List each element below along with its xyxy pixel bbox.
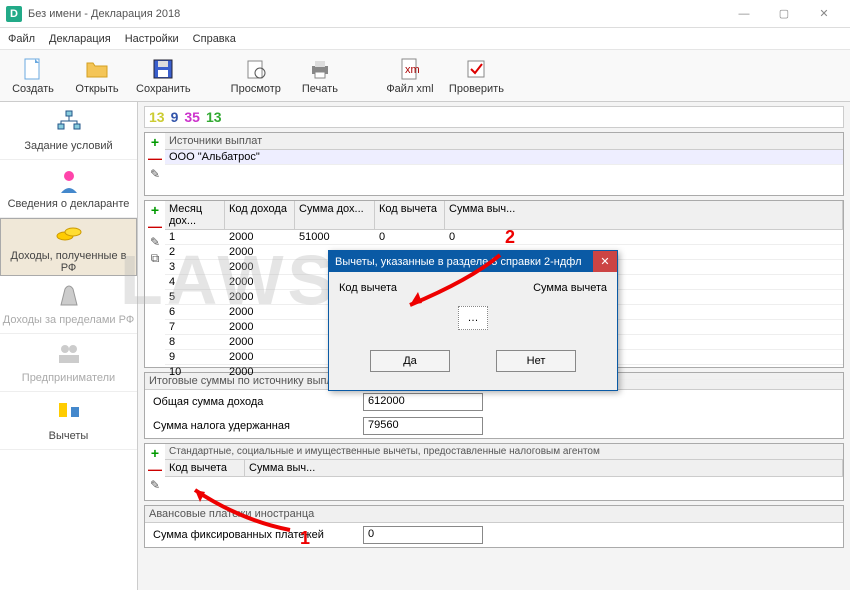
deductions-panel: + — ✎ Стандартные, социальные и имуществ… xyxy=(144,443,844,501)
deductions-col-sum: Сумма выч... xyxy=(245,460,843,476)
sources-panel: + — ✎ Источники выплат ООО "Альбатрос" xyxy=(144,132,844,196)
menu-settings[interactable]: Настройки xyxy=(125,33,179,45)
printer-icon xyxy=(308,57,332,81)
toolbar-xml-label: Файл xml xyxy=(386,83,433,95)
dialog-sum-label: Сумма вычета xyxy=(533,282,607,294)
nav-conditions[interactable]: Задание условий xyxy=(0,102,137,160)
col-dcode: Код вычета xyxy=(375,201,445,229)
dialog-picker-button[interactable]: … xyxy=(458,306,488,330)
nav-income-foreign[interactable]: Доходы за пределами РФ xyxy=(0,276,137,334)
window-title: Без имени - Декларация 2018 xyxy=(28,8,180,20)
menu-file[interactable]: Файл xyxy=(8,33,35,45)
deduct-icon xyxy=(55,399,83,427)
nav-declarant[interactable]: Сведения о декларанте xyxy=(0,160,137,218)
close-button[interactable]: ✕ xyxy=(804,0,844,28)
nav-deductions-label: Вычеты xyxy=(49,430,89,442)
annotation-number-2: 2 xyxy=(505,227,515,248)
rate-35[interactable]: 35 xyxy=(184,109,200,125)
dialog-yes-button[interactable]: Да xyxy=(370,350,450,372)
col-code: Код дохода xyxy=(225,201,295,229)
advance-panel: Авансовые платежи иностранца Сумма фикси… xyxy=(144,505,844,548)
toolbar-save-label: Сохранить xyxy=(136,83,191,95)
nav-entrepreneurs-label: Предприниматели xyxy=(22,372,115,384)
nav-deductions[interactable]: Вычеты xyxy=(0,392,137,450)
nav-entrepreneurs[interactable]: Предприниматели xyxy=(0,334,137,392)
person-icon xyxy=(55,167,83,195)
rate-tabs: 13 9 35 13 xyxy=(144,106,844,128)
col-sum: Сумма дох... xyxy=(295,201,375,229)
col-month: Месяц дох... xyxy=(165,201,225,229)
toolbar-preview-label: Просмотр xyxy=(231,83,281,95)
titlebar: D Без имени - Декларация 2018 — ▢ ✕ xyxy=(0,0,850,28)
nav-conditions-label: Задание условий xyxy=(24,140,112,152)
total-income-label: Общая сумма дохода xyxy=(153,396,353,408)
col-dsum: Сумма выч... xyxy=(445,201,843,229)
toolbar-xml[interactable]: xml Файл xml xyxy=(385,57,435,95)
toolbar-open-label: Открыть xyxy=(75,83,118,95)
rate-13a[interactable]: 13 xyxy=(149,109,165,125)
folder-icon xyxy=(85,57,109,81)
source-row[interactable]: ООО "Альбатрос" xyxy=(165,150,264,164)
nav-income-foreign-label: Доходы за пределами РФ xyxy=(3,314,134,326)
toolbar-check[interactable]: Проверить xyxy=(449,57,504,95)
table-row[interactable]: 120005100000 xyxy=(165,230,843,245)
menu-help[interactable]: Справка xyxy=(193,33,236,45)
advance-header: Авансовые платежи иностранца xyxy=(145,506,843,523)
income-copy-button[interactable]: ⧉ xyxy=(147,251,163,266)
toolbar-save[interactable]: Сохранить xyxy=(136,57,191,95)
bag-icon xyxy=(55,283,83,311)
menubar: Файл Декларация Настройки Справка xyxy=(0,28,850,50)
dialog-code-label: Код вычета xyxy=(339,282,397,294)
toolbar-preview[interactable]: Просмотр xyxy=(231,57,281,95)
tax-withheld-value[interactable]: 79560 xyxy=(363,417,483,435)
disk-icon xyxy=(151,57,175,81)
nav-income-rf[interactable]: Доходы, полученные в РФ xyxy=(0,218,137,276)
minimize-button[interactable]: — xyxy=(724,0,764,28)
dialog-close-button[interactable]: ✕ xyxy=(593,251,617,272)
nav-declarant-label: Сведения о декларанте xyxy=(8,198,130,210)
income-add-button[interactable]: + xyxy=(147,203,163,217)
toolbar-create-label: Создать xyxy=(12,83,54,95)
check-icon xyxy=(464,57,488,81)
menu-declaration[interactable]: Декларация xyxy=(49,33,111,45)
rate-9[interactable]: 9 xyxy=(171,109,179,125)
toolbar-print[interactable]: Печать xyxy=(295,57,345,95)
maximize-button[interactable]: ▢ xyxy=(764,0,804,28)
app-icon: D xyxy=(6,6,22,22)
sources-edit-button[interactable]: ✎ xyxy=(147,167,163,181)
xml-icon: xml xyxy=(398,57,422,81)
toolbar-create[interactable]: Создать xyxy=(8,57,58,95)
people-icon xyxy=(55,341,83,369)
income-remove-button[interactable]: — xyxy=(147,219,163,233)
deductions-col-code: Код вычета xyxy=(165,460,245,476)
svg-text:xml: xml xyxy=(405,64,420,76)
nav-income-rf-label: Доходы, полученные в РФ xyxy=(3,250,134,274)
toolbar-print-label: Печать xyxy=(302,83,338,95)
income-edit-button[interactable]: ✎ xyxy=(147,235,163,249)
total-income-value: 612000 xyxy=(363,393,483,411)
annotation-number-1: 1 xyxy=(300,528,310,549)
coins-icon xyxy=(55,220,83,247)
rate-13b[interactable]: 13 xyxy=(206,109,222,125)
toolbar-check-label: Проверить xyxy=(449,83,504,95)
deductions-header: Стандартные, социальные и имущественные … xyxy=(165,444,843,460)
dialog-no-button[interactable]: Нет xyxy=(496,350,576,372)
deductions-add-button[interactable]: + xyxy=(147,446,163,460)
tree-icon xyxy=(55,109,83,137)
sources-header: Источники выплат xyxy=(165,133,843,150)
advance-value[interactable]: 0 xyxy=(363,526,483,544)
preview-icon xyxy=(244,57,268,81)
deductions-edit-button[interactable]: ✎ xyxy=(147,478,163,492)
sources-remove-button[interactable]: — xyxy=(147,151,163,165)
toolbar: Создать Открыть Сохранить Просмотр Печат… xyxy=(0,50,850,102)
sidebar: Задание условий Сведения о декларанте До… xyxy=(0,102,138,590)
dialog-title: Вычеты, указанные в разделе 3 справки 2-… xyxy=(335,256,582,268)
toolbar-open[interactable]: Открыть xyxy=(72,57,122,95)
deduction-dialog: Вычеты, указанные в разделе 3 справки 2-… xyxy=(328,250,618,391)
tax-withheld-label: Сумма налога удержанная xyxy=(153,420,353,432)
file-icon xyxy=(21,57,45,81)
sources-add-button[interactable]: + xyxy=(147,135,163,149)
advance-label: Сумма фиксированных платежей xyxy=(153,529,353,541)
deductions-remove-button[interactable]: — xyxy=(147,462,163,476)
